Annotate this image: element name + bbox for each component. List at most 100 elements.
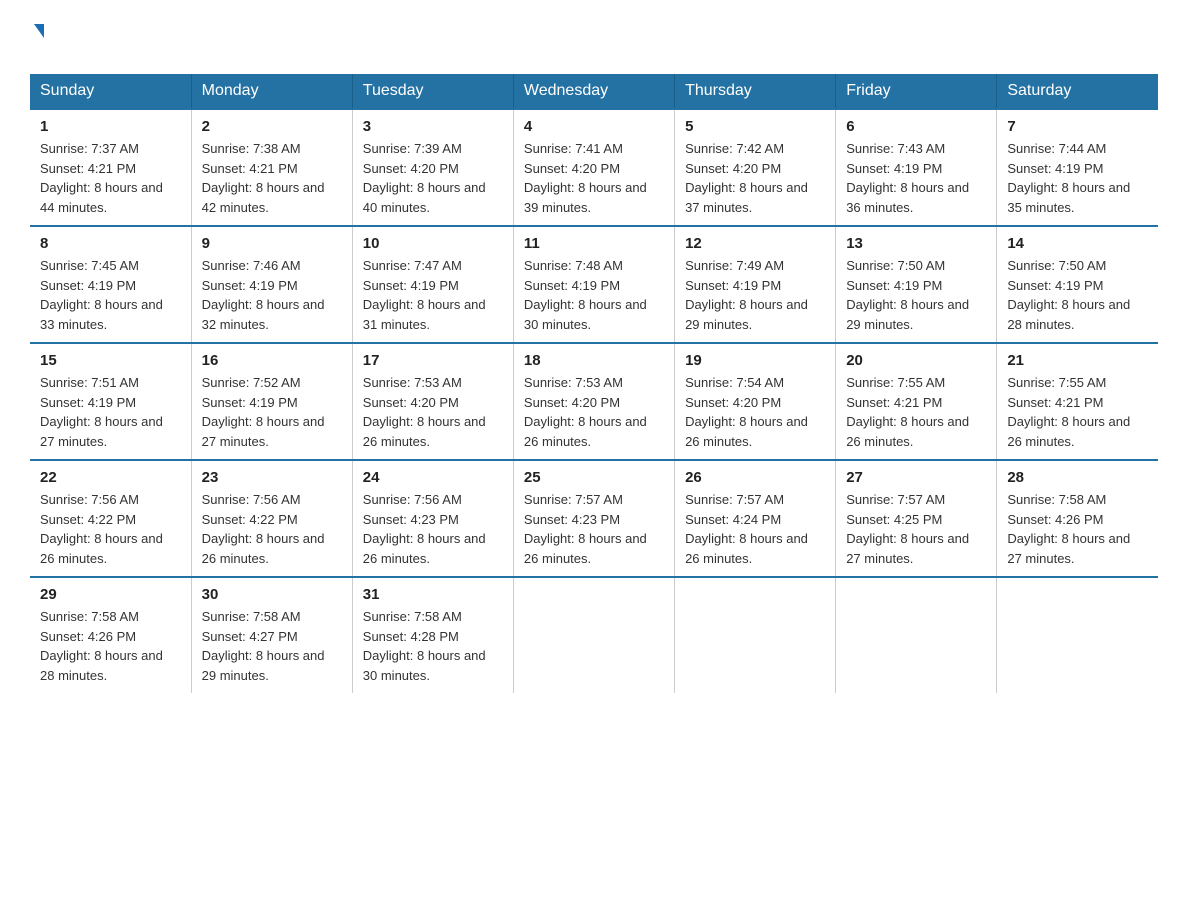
day-number: 18: [524, 352, 664, 369]
table-row: 9 Sunrise: 7:46 AM Sunset: 4:19 PM Dayli…: [191, 226, 352, 343]
table-row: 31 Sunrise: 7:58 AM Sunset: 4:28 PM Dayl…: [352, 577, 513, 693]
day-info: Sunrise: 7:55 AM Sunset: 4:21 PM Dayligh…: [1007, 373, 1148, 451]
day-number: 29: [40, 586, 181, 603]
table-row: 3 Sunrise: 7:39 AM Sunset: 4:20 PM Dayli…: [352, 109, 513, 226]
table-row: 14 Sunrise: 7:50 AM Sunset: 4:19 PM Dayl…: [997, 226, 1158, 343]
day-info: Sunrise: 7:53 AM Sunset: 4:20 PM Dayligh…: [524, 373, 664, 451]
day-info: Sunrise: 7:37 AM Sunset: 4:21 PM Dayligh…: [40, 139, 181, 217]
day-info: Sunrise: 7:42 AM Sunset: 4:20 PM Dayligh…: [685, 139, 825, 217]
day-number: 31: [363, 586, 503, 603]
weekday-header-friday: Friday: [836, 74, 997, 109]
day-info: Sunrise: 7:56 AM Sunset: 4:22 PM Dayligh…: [40, 490, 181, 568]
day-number: 13: [846, 235, 986, 252]
weekday-header-wednesday: Wednesday: [513, 74, 674, 109]
day-number: 8: [40, 235, 181, 252]
table-row: 12 Sunrise: 7:49 AM Sunset: 4:19 PM Dayl…: [675, 226, 836, 343]
table-row: 11 Sunrise: 7:48 AM Sunset: 4:19 PM Dayl…: [513, 226, 674, 343]
day-info: Sunrise: 7:58 AM Sunset: 4:27 PM Dayligh…: [202, 607, 342, 685]
table-row: 30 Sunrise: 7:58 AM Sunset: 4:27 PM Dayl…: [191, 577, 352, 693]
day-number: 12: [685, 235, 825, 252]
table-row: 21 Sunrise: 7:55 AM Sunset: 4:21 PM Dayl…: [997, 343, 1158, 460]
day-number: 24: [363, 469, 503, 486]
table-row: 2 Sunrise: 7:38 AM Sunset: 4:21 PM Dayli…: [191, 109, 352, 226]
table-row: 25 Sunrise: 7:57 AM Sunset: 4:23 PM Dayl…: [513, 460, 674, 577]
day-info: Sunrise: 7:52 AM Sunset: 4:19 PM Dayligh…: [202, 373, 342, 451]
table-row: 4 Sunrise: 7:41 AM Sunset: 4:20 PM Dayli…: [513, 109, 674, 226]
day-number: 2: [202, 118, 342, 135]
day-info: Sunrise: 7:44 AM Sunset: 4:19 PM Dayligh…: [1007, 139, 1148, 217]
day-number: 23: [202, 469, 342, 486]
day-number: 6: [846, 118, 986, 135]
day-number: 14: [1007, 235, 1148, 252]
day-info: Sunrise: 7:57 AM Sunset: 4:24 PM Dayligh…: [685, 490, 825, 568]
day-info: Sunrise: 7:58 AM Sunset: 4:28 PM Dayligh…: [363, 607, 503, 685]
table-row: 15 Sunrise: 7:51 AM Sunset: 4:19 PM Dayl…: [30, 343, 191, 460]
day-info: Sunrise: 7:57 AM Sunset: 4:23 PM Dayligh…: [524, 490, 664, 568]
calendar-week-2: 8 Sunrise: 7:45 AM Sunset: 4:19 PM Dayli…: [30, 226, 1158, 343]
day-number: 9: [202, 235, 342, 252]
table-row: 13 Sunrise: 7:50 AM Sunset: 4:19 PM Dayl…: [836, 226, 997, 343]
table-row: 28 Sunrise: 7:58 AM Sunset: 4:26 PM Dayl…: [997, 460, 1158, 577]
day-number: 21: [1007, 352, 1148, 369]
day-info: Sunrise: 7:58 AM Sunset: 4:26 PM Dayligh…: [1007, 490, 1148, 568]
day-info: Sunrise: 7:39 AM Sunset: 4:20 PM Dayligh…: [363, 139, 503, 217]
day-info: Sunrise: 7:58 AM Sunset: 4:26 PM Dayligh…: [40, 607, 181, 685]
table-row: 18 Sunrise: 7:53 AM Sunset: 4:20 PM Dayl…: [513, 343, 674, 460]
day-number: 4: [524, 118, 664, 135]
logo-arrow-icon: [34, 24, 44, 38]
calendar-week-3: 15 Sunrise: 7:51 AM Sunset: 4:19 PM Dayl…: [30, 343, 1158, 460]
day-number: 28: [1007, 469, 1148, 486]
day-number: 1: [40, 118, 181, 135]
day-number: 17: [363, 352, 503, 369]
table-row: [513, 577, 674, 693]
day-number: 5: [685, 118, 825, 135]
day-number: 30: [202, 586, 342, 603]
table-row: 27 Sunrise: 7:57 AM Sunset: 4:25 PM Dayl…: [836, 460, 997, 577]
weekday-header-monday: Monday: [191, 74, 352, 109]
day-number: 25: [524, 469, 664, 486]
day-info: Sunrise: 7:50 AM Sunset: 4:19 PM Dayligh…: [1007, 256, 1148, 334]
day-info: Sunrise: 7:51 AM Sunset: 4:19 PM Dayligh…: [40, 373, 181, 451]
table-row: 7 Sunrise: 7:44 AM Sunset: 4:19 PM Dayli…: [997, 109, 1158, 226]
day-info: Sunrise: 7:50 AM Sunset: 4:19 PM Dayligh…: [846, 256, 986, 334]
weekday-header-saturday: Saturday: [997, 74, 1158, 109]
day-number: 22: [40, 469, 181, 486]
day-number: 19: [685, 352, 825, 369]
table-row: 16 Sunrise: 7:52 AM Sunset: 4:19 PM Dayl…: [191, 343, 352, 460]
weekday-header-sunday: Sunday: [30, 74, 191, 109]
day-number: 16: [202, 352, 342, 369]
table-row: [836, 577, 997, 693]
weekday-header-row: SundayMondayTuesdayWednesdayThursdayFrid…: [30, 74, 1158, 109]
table-row: 22 Sunrise: 7:56 AM Sunset: 4:22 PM Dayl…: [30, 460, 191, 577]
table-row: 5 Sunrise: 7:42 AM Sunset: 4:20 PM Dayli…: [675, 109, 836, 226]
table-row: 29 Sunrise: 7:58 AM Sunset: 4:26 PM Dayl…: [30, 577, 191, 693]
day-number: 7: [1007, 118, 1148, 135]
calendar-week-4: 22 Sunrise: 7:56 AM Sunset: 4:22 PM Dayl…: [30, 460, 1158, 577]
day-number: 26: [685, 469, 825, 486]
table-row: 20 Sunrise: 7:55 AM Sunset: 4:21 PM Dayl…: [836, 343, 997, 460]
logo: [30, 20, 44, 64]
day-info: Sunrise: 7:55 AM Sunset: 4:21 PM Dayligh…: [846, 373, 986, 451]
day-info: Sunrise: 7:49 AM Sunset: 4:19 PM Dayligh…: [685, 256, 825, 334]
calendar-table: SundayMondayTuesdayWednesdayThursdayFrid…: [30, 74, 1158, 693]
day-info: Sunrise: 7:56 AM Sunset: 4:22 PM Dayligh…: [202, 490, 342, 568]
day-number: 11: [524, 235, 664, 252]
day-info: Sunrise: 7:46 AM Sunset: 4:19 PM Dayligh…: [202, 256, 342, 334]
table-row: 10 Sunrise: 7:47 AM Sunset: 4:19 PM Dayl…: [352, 226, 513, 343]
day-info: Sunrise: 7:56 AM Sunset: 4:23 PM Dayligh…: [363, 490, 503, 568]
day-info: Sunrise: 7:43 AM Sunset: 4:19 PM Dayligh…: [846, 139, 986, 217]
day-info: Sunrise: 7:47 AM Sunset: 4:19 PM Dayligh…: [363, 256, 503, 334]
weekday-header-thursday: Thursday: [675, 74, 836, 109]
day-info: Sunrise: 7:48 AM Sunset: 4:19 PM Dayligh…: [524, 256, 664, 334]
table-row: [675, 577, 836, 693]
table-row: 8 Sunrise: 7:45 AM Sunset: 4:19 PM Dayli…: [30, 226, 191, 343]
table-row: 26 Sunrise: 7:57 AM Sunset: 4:24 PM Dayl…: [675, 460, 836, 577]
day-number: 15: [40, 352, 181, 369]
day-info: Sunrise: 7:41 AM Sunset: 4:20 PM Dayligh…: [524, 139, 664, 217]
day-info: Sunrise: 7:45 AM Sunset: 4:19 PM Dayligh…: [40, 256, 181, 334]
calendar-week-5: 29 Sunrise: 7:58 AM Sunset: 4:26 PM Dayl…: [30, 577, 1158, 693]
table-row: 17 Sunrise: 7:53 AM Sunset: 4:20 PM Dayl…: [352, 343, 513, 460]
page-header: [30, 20, 1158, 64]
day-number: 20: [846, 352, 986, 369]
calendar-week-1: 1 Sunrise: 7:37 AM Sunset: 4:21 PM Dayli…: [30, 109, 1158, 226]
